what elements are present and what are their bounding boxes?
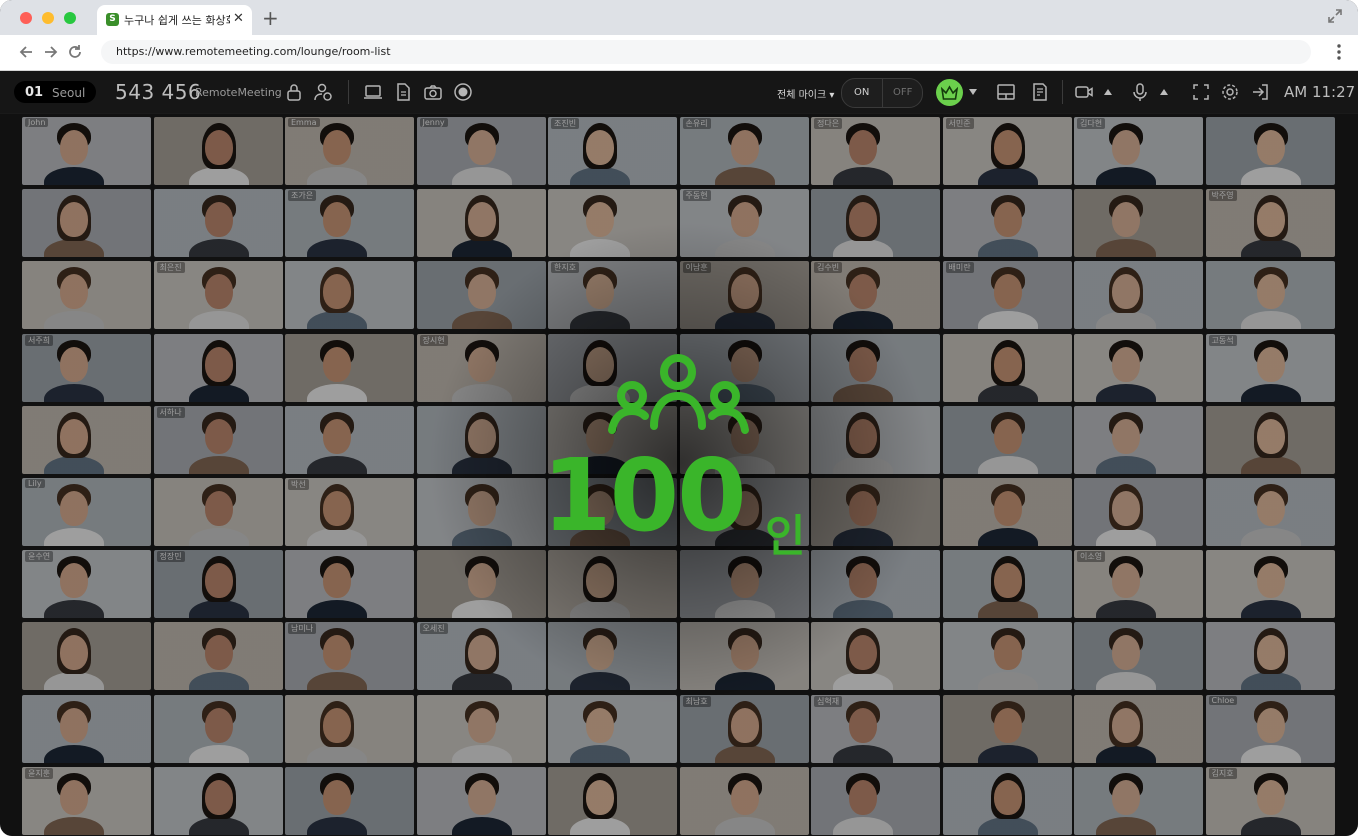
toggle-divider (882, 79, 883, 107)
browser-menu-icon[interactable] (1336, 43, 1342, 61)
host-button[interactable] (936, 79, 963, 106)
video-camera-icon[interactable] (1074, 82, 1094, 102)
host-caret-icon[interactable] (969, 89, 977, 95)
toolbar-divider (1062, 80, 1063, 104)
lock-icon[interactable] (284, 82, 304, 102)
exit-icon[interactable] (1250, 82, 1270, 102)
url-text: https://www.remotemeeting.com/lounge/roo… (116, 45, 391, 58)
room-indicator: 01 Seoul (14, 81, 96, 103)
record-icon[interactable] (453, 82, 473, 102)
room-number: 01 (25, 85, 44, 100)
back-arrow-icon[interactable] (18, 44, 34, 60)
mic-caret-icon[interactable] (1160, 89, 1168, 95)
mic-on-option[interactable]: ON (854, 87, 869, 98)
invite-user-icon[interactable] (313, 82, 333, 102)
layout-icon[interactable] (996, 82, 1016, 102)
browser-titlebar: S 누구나 쉽게 쓰는 화상회의 ✕ + (0, 0, 1358, 35)
fullscreen-icon[interactable] (1191, 82, 1211, 102)
tab-title: 누구나 쉽게 쓰는 화상회의 (124, 14, 230, 27)
reload-icon[interactable] (67, 44, 83, 60)
participant-capacity-unit: 인 (765, 511, 806, 562)
browser-tab[interactable]: S 누구나 쉽게 쓰는 화상회의 ✕ (97, 5, 252, 35)
forward-arrow-icon[interactable] (43, 44, 59, 60)
camera-snapshot-icon[interactable] (423, 82, 443, 102)
clock: AM 11:27 (1284, 83, 1356, 101)
document-icon[interactable] (393, 82, 413, 102)
mic-off-option[interactable]: OFF (893, 87, 912, 98)
settings-gear-icon[interactable] (1220, 82, 1240, 102)
minimize-window-button[interactable] (42, 12, 54, 24)
participant-capacity-number: 100 (542, 437, 747, 554)
all-mic-dropdown[interactable]: 전체 마이크 ▾ (777, 86, 834, 101)
tab-close-icon[interactable]: ✕ (233, 11, 244, 26)
screen-share-icon[interactable] (363, 82, 383, 102)
close-window-button[interactable] (20, 12, 32, 24)
room-city: Seoul (52, 86, 86, 100)
url-input[interactable]: https://www.remotemeeting.com/lounge/roo… (101, 40, 1311, 64)
meeting-toolbar: 01 Seoul 543 456 RemoteMeeting 전체 마이크 ▾ … (0, 71, 1358, 114)
group-participants-icon (608, 354, 749, 434)
brand-label: RemoteMeeting (195, 86, 282, 99)
camera-caret-icon[interactable] (1104, 89, 1112, 95)
maximize-window-button[interactable] (64, 12, 76, 24)
app-window: S 누구나 쉽게 쓰는 화상회의 ✕ + https://www.remotem… (0, 0, 1358, 836)
microphone-icon[interactable] (1130, 82, 1150, 102)
browser-addressbar: https://www.remotemeeting.com/lounge/roo… (0, 35, 1358, 71)
meeting-id: 543 456 (115, 80, 202, 104)
toolbar-divider (348, 80, 349, 104)
new-tab-icon[interactable]: + (262, 6, 279, 30)
notes-icon[interactable] (1030, 82, 1050, 102)
crown-icon (941, 85, 958, 100)
mic-on-off-toggle[interactable]: ON OFF (841, 78, 923, 108)
remotemeeting-favicon-icon: S (106, 13, 119, 26)
fullscreen-expand-icon[interactable] (1328, 9, 1342, 23)
